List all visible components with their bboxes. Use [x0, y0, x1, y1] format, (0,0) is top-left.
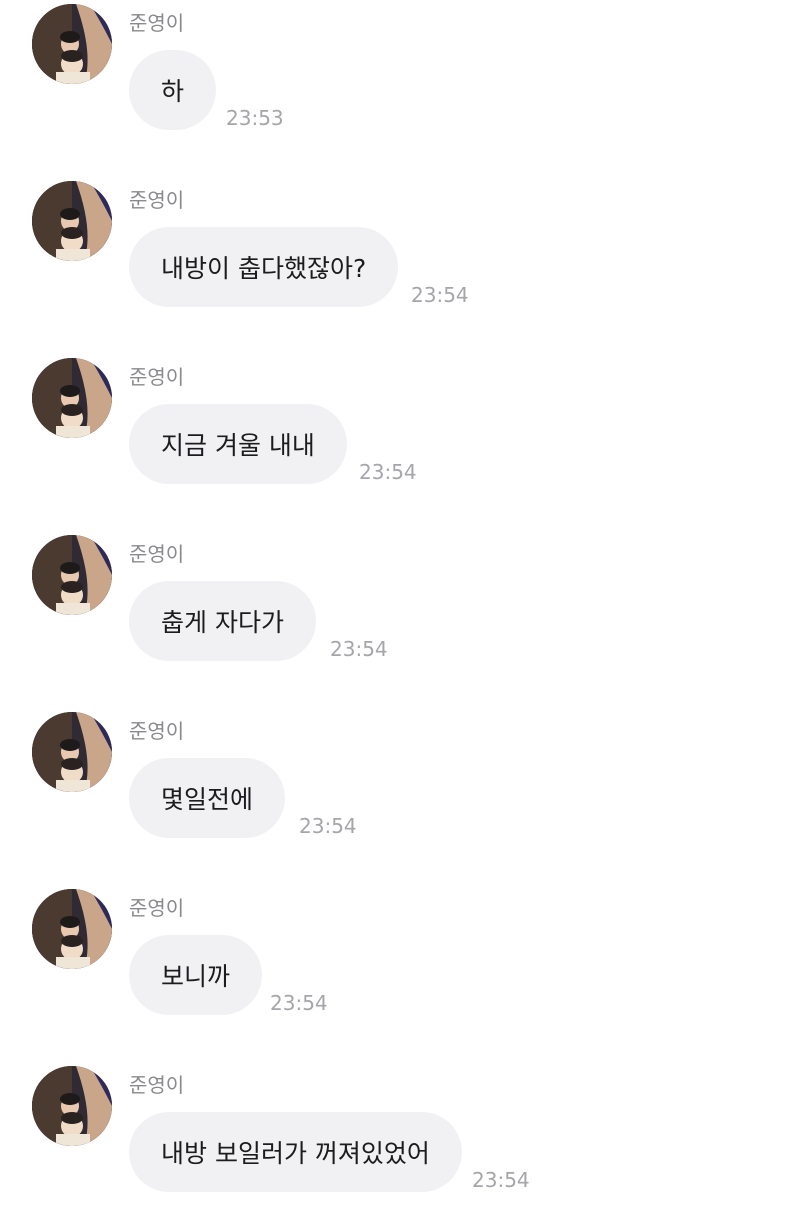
chat-message-list[interactable]: 준영이 하 23:53 준영이 내방이 춥다했잖아? 23:54 준영이 지금 … — [0, 0, 807, 1200]
message-bubble[interactable]: 내방 보일러가 꺼져있었어 — [129, 1112, 462, 1192]
message-row: 준영이 내방 보일러가 꺼져있었어 23:54 — [0, 1062, 807, 1232]
profile-photo-icon — [32, 889, 112, 969]
message-text: 내방 보일러가 꺼져있었어 — [161, 1139, 430, 1168]
message-bubble[interactable]: 보니까 — [129, 935, 263, 1015]
message-text: 춥게 자다가 — [161, 608, 284, 637]
sender-name: 준영이 — [129, 542, 185, 566]
message-row: 준영이 춥게 자다가 23:54 — [0, 531, 807, 701]
message-row: 준영이 하 23:53 — [0, 0, 807, 170]
message-bubble[interactable]: 춥게 자다가 — [129, 581, 316, 661]
sender-name: 준영이 — [129, 365, 185, 389]
message-bubble[interactable]: 하 — [129, 50, 217, 130]
message-time: 23:54 — [411, 283, 469, 307]
profile-photo-icon — [32, 181, 112, 261]
message-row: 준영이 보니까 23:54 — [0, 885, 807, 1055]
message-time: 23:54 — [359, 460, 417, 484]
avatar[interactable] — [32, 358, 112, 438]
message-time: 23:54 — [299, 814, 357, 838]
message-row: 준영이 지금 겨울 내내 23:54 — [0, 354, 807, 524]
avatar[interactable] — [32, 535, 112, 615]
profile-photo-icon — [32, 358, 112, 438]
avatar[interactable] — [32, 181, 112, 261]
message-time: 23:53 — [226, 106, 284, 130]
message-text: 지금 겨울 내내 — [161, 431, 315, 460]
message-time: 23:54 — [330, 637, 388, 661]
message-bubble[interactable]: 지금 겨울 내내 — [129, 404, 347, 484]
avatar[interactable] — [32, 889, 112, 969]
avatar[interactable] — [32, 712, 112, 792]
profile-photo-icon — [32, 712, 112, 792]
sender-name: 준영이 — [129, 1073, 185, 1097]
message-row: 준영이 내방이 춥다했잖아? 23:54 — [0, 177, 807, 347]
message-text: 내방이 춥다했잖아? — [161, 254, 367, 283]
sender-name: 준영이 — [129, 896, 185, 920]
profile-photo-icon — [32, 4, 112, 84]
message-text: 몇일전에 — [161, 785, 254, 814]
message-bubble[interactable]: 내방이 춥다했잖아? — [129, 227, 399, 307]
profile-photo-icon — [32, 535, 112, 615]
message-time: 23:54 — [270, 991, 328, 1015]
profile-photo-icon — [32, 1066, 112, 1146]
sender-name: 준영이 — [129, 188, 185, 212]
message-text: 하 — [161, 77, 185, 106]
sender-name: 준영이 — [129, 11, 185, 35]
avatar[interactable] — [32, 4, 112, 84]
avatar[interactable] — [32, 1066, 112, 1146]
message-bubble[interactable]: 몇일전에 — [129, 758, 286, 838]
sender-name: 준영이 — [129, 719, 185, 743]
message-time: 23:54 — [472, 1168, 530, 1192]
message-row: 준영이 몇일전에 23:54 — [0, 708, 807, 878]
message-text: 보니까 — [161, 962, 231, 991]
